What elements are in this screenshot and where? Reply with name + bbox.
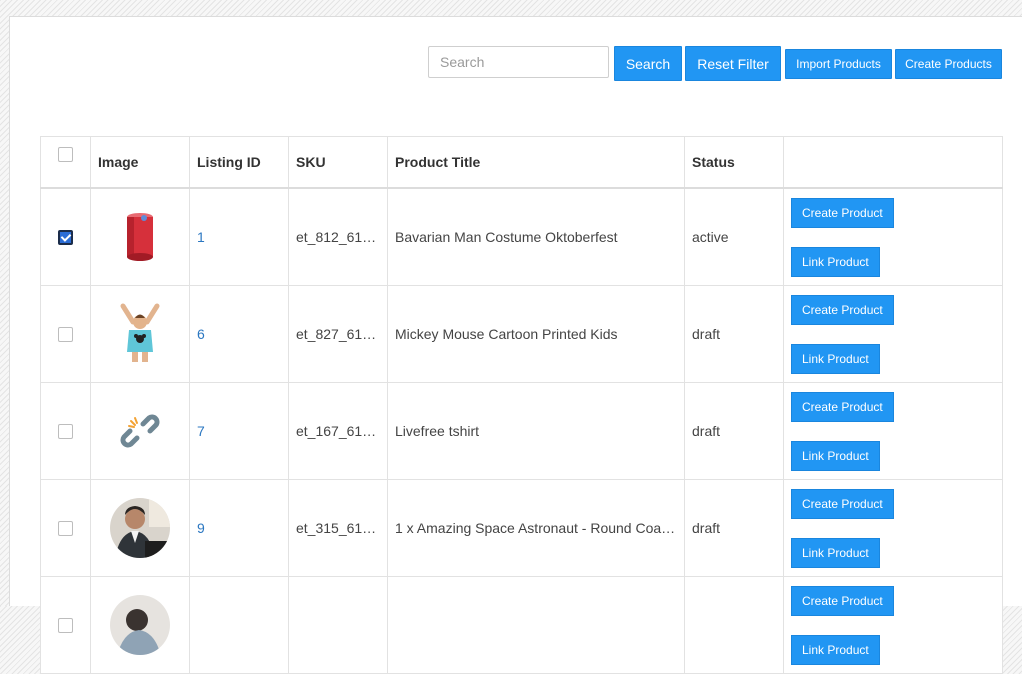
row-select-cell xyxy=(40,382,91,480)
person-photo xyxy=(110,595,170,655)
header-listing-id[interactable]: Listing ID xyxy=(189,136,289,189)
actions-cell: Create Product Link Product xyxy=(783,479,1003,577)
actions-cell: Create Product Link Product xyxy=(783,576,1003,674)
image-cell xyxy=(90,382,190,480)
image-cell xyxy=(90,576,190,674)
image-cell xyxy=(90,479,190,577)
table-row: 1 et_812_61… Bavarian Man Costume Oktobe… xyxy=(40,187,1003,286)
header-status[interactable]: Status xyxy=(684,136,784,189)
listing-id-link[interactable]: 9 xyxy=(197,520,205,536)
search-input[interactable] xyxy=(428,46,609,78)
header-product-title[interactable]: Product Title xyxy=(387,136,685,189)
row-checkbox[interactable] xyxy=(58,618,73,634)
status-cell: draft xyxy=(684,479,784,577)
link-product-button[interactable]: Link Product xyxy=(791,634,880,665)
image-cell xyxy=(90,285,190,383)
listing-id-cell[interactable]: 1 xyxy=(189,187,289,286)
actions-cell: Create Product Link Product xyxy=(783,382,1003,480)
listing-id-link[interactable]: 1 xyxy=(197,229,205,245)
row-checkbox[interactable] xyxy=(58,424,73,440)
create-product-button[interactable]: Create Product xyxy=(791,585,894,616)
row-checkbox[interactable] xyxy=(58,327,73,343)
row-checkbox[interactable] xyxy=(58,230,73,246)
title-cell: Mickey Mouse Cartoon Printed Kids xyxy=(387,285,685,383)
sku-cell: et_315_61… xyxy=(288,479,388,577)
create-product-button[interactable]: Create Product xyxy=(791,488,894,519)
create-product-button[interactable]: Create Product xyxy=(791,294,894,325)
businessman-photo xyxy=(110,498,170,558)
link-product-button[interactable]: Link Product xyxy=(791,440,880,471)
title-cell xyxy=(387,576,685,674)
link-product-button[interactable]: Link Product xyxy=(791,246,880,277)
table-row: 9 et_315_61… 1 x Amazing Space Astronaut… xyxy=(40,479,1003,577)
toolbar: Search Reset Filter Import Products Crea… xyxy=(10,17,1022,97)
table-row: 6 et_827_61… Mickey Mouse Cartoon Printe… xyxy=(40,285,1003,383)
select-all-checkbox[interactable] xyxy=(58,146,73,162)
header-image: Image xyxy=(90,136,190,189)
broken-link-icon xyxy=(120,414,160,448)
create-products-button[interactable]: Create Products xyxy=(895,49,1002,79)
select-all-header xyxy=(40,136,91,189)
header-sku[interactable]: SKU xyxy=(288,136,388,189)
link-product-button[interactable]: Link Product xyxy=(791,343,880,374)
search-button[interactable]: Search xyxy=(614,46,682,81)
actions-cell: Create Product Link Product xyxy=(783,187,1003,286)
reset-filter-button[interactable]: Reset Filter xyxy=(685,46,781,81)
title-cell: 1 x Amazing Space Astronaut - Round Coas… xyxy=(387,479,685,577)
sku-cell: et_827_61… xyxy=(288,285,388,383)
table-header-row: Image Listing ID SKU Product Title Statu… xyxy=(40,136,1003,189)
import-products-button[interactable]: Import Products xyxy=(785,49,892,79)
row-checkbox[interactable] xyxy=(58,521,73,537)
status-cell: draft xyxy=(684,285,784,383)
listing-id-cell[interactable]: 9 xyxy=(189,479,289,577)
row-select-cell xyxy=(40,576,91,674)
title-cell: Livefree tshirt xyxy=(387,382,685,480)
red-speaker-image xyxy=(127,213,153,261)
content-panel: Search Reset Filter Import Products Crea… xyxy=(9,16,1022,674)
status-cell xyxy=(684,576,784,674)
image-cell xyxy=(90,187,190,286)
kid-tshirt-image xyxy=(120,303,160,362)
sku-cell xyxy=(288,576,388,674)
products-table: Image Listing ID SKU Product Title Statu… xyxy=(40,136,1003,674)
listing-id-link[interactable]: 6 xyxy=(197,326,205,342)
row-select-cell xyxy=(40,479,91,577)
listing-id-cell[interactable]: 6 xyxy=(189,285,289,383)
create-product-button[interactable]: Create Product xyxy=(791,197,894,228)
status-cell: draft xyxy=(684,382,784,480)
sku-cell: et_812_61… xyxy=(288,187,388,286)
create-product-button[interactable]: Create Product xyxy=(791,391,894,422)
sku-cell: et_167_61… xyxy=(288,382,388,480)
listing-id-cell[interactable] xyxy=(189,576,289,674)
row-select-cell xyxy=(40,285,91,383)
row-select-cell xyxy=(40,187,91,286)
table-row: 7 et_167_61… Livefree tshirt draft Creat… xyxy=(40,382,1003,480)
status-cell: active xyxy=(684,187,784,286)
table-row: Create Product Link Product xyxy=(40,576,1003,674)
header-actions xyxy=(783,136,1003,189)
actions-cell: Create Product Link Product xyxy=(783,285,1003,383)
listing-id-link[interactable]: 7 xyxy=(197,423,205,439)
title-cell: Bavarian Man Costume Oktoberfest xyxy=(387,187,685,286)
listing-id-cell[interactable]: 7 xyxy=(189,382,289,480)
link-product-button[interactable]: Link Product xyxy=(791,537,880,568)
